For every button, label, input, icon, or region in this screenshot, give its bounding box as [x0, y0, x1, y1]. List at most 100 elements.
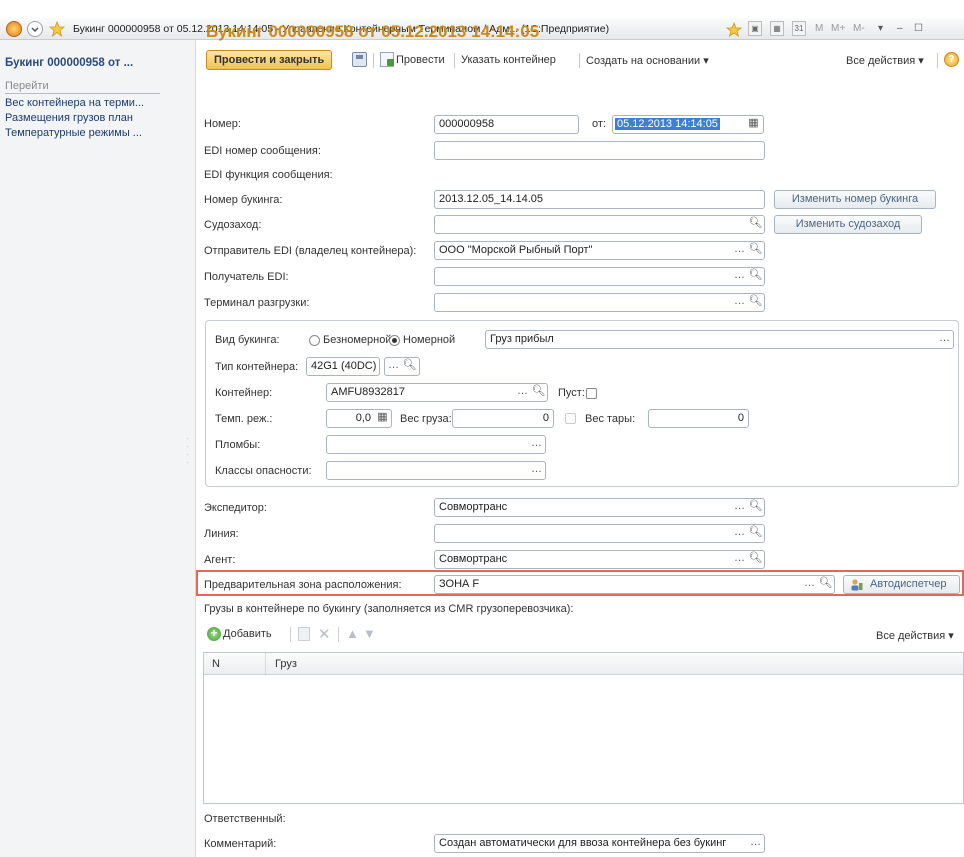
toolbar-separator [937, 53, 938, 68]
maximize-icon[interactable]: ☐ [914, 23, 923, 34]
pre-zone-field[interactable]: ЗОНА F … 🔍︎ [434, 575, 835, 594]
empty-checkbox[interactable] [586, 388, 597, 399]
unload-terminal-field[interactable]: … 🔍︎ [434, 293, 765, 312]
comment-field[interactable]: Создан автоматически для ввоза контейнер… [434, 834, 765, 853]
tare-weight-checkbox[interactable] [565, 413, 576, 424]
cargo-status-field[interactable]: Груз прибыл… [485, 330, 954, 349]
post-and-close-button[interactable]: Провести и закрыть [206, 50, 333, 70]
select-ellipsis-button[interactable]: … [732, 294, 747, 311]
autodispatcher-button[interactable]: Автодиспетчер [843, 575, 960, 594]
nav-item-container-weight[interactable]: Вес контейнера на терми... [5, 97, 144, 109]
container-type-select[interactable]: … 🔍︎ [384, 357, 420, 376]
add-icon[interactable]: + [207, 627, 221, 641]
panel-resize-handle[interactable]: · · · · [186, 435, 189, 475]
change-booking-number-button[interactable]: Изменить номер букинга [774, 190, 936, 209]
column-divider[interactable] [265, 653, 266, 674]
memory-m-button[interactable]: M [815, 23, 823, 34]
select-ellipsis-button[interactable]: … [386, 358, 401, 375]
calculator-icon[interactable]: ▦ [770, 21, 784, 36]
booking-number-field[interactable]: 2013.12.05_14.14.05 [434, 190, 765, 209]
edi-sender-field[interactable]: ООО "Морской Рыбный Порт" … 🔍︎ [434, 241, 765, 260]
calendar-icon[interactable]: 31 [792, 21, 806, 36]
number-field[interactable]: 000000958 [434, 115, 579, 134]
select-ellipsis-button[interactable]: … [732, 551, 747, 568]
create-based-on-button[interactable]: Создать на основании ▾ [586, 54, 709, 67]
search-icon[interactable]: 🔍︎ [748, 294, 763, 311]
container-type-field[interactable]: 42G1 (40DC) [306, 357, 380, 376]
select-ellipsis-button[interactable]: … [937, 331, 952, 348]
search-icon[interactable]: 🔍︎ [531, 384, 546, 401]
favorites-star-icon[interactable] [48, 20, 66, 38]
date-field[interactable]: 05.12.2013 14:14:05 ▦ [612, 115, 764, 134]
add-row-button[interactable]: Добавить [223, 628, 272, 640]
column-header-n[interactable]: N [212, 658, 220, 670]
edi-message-number-field[interactable] [434, 141, 765, 160]
select-ellipsis-button[interactable]: … [802, 576, 817, 593]
move-up-icon[interactable]: ▲ [346, 626, 359, 641]
cargo-table[interactable]: N Груз [203, 652, 964, 804]
search-icon[interactable]: 🔍︎ [748, 499, 763, 516]
minimize-icon[interactable]: – [897, 23, 903, 34]
forwarder-field[interactable]: Совмортранс … 🔍︎ [434, 498, 765, 517]
seals-field[interactable]: … [326, 435, 546, 454]
hazard-classes-field[interactable]: … [326, 461, 546, 480]
search-icon[interactable]: 🔍︎ [748, 525, 763, 542]
copy-row-icon[interactable] [298, 627, 310, 641]
search-icon[interactable]: 🔍︎ [748, 551, 763, 568]
post-button[interactable]: Провести [396, 54, 445, 66]
cargo-weight-field[interactable]: 0 [452, 409, 554, 428]
column-header-cargo[interactable]: Груз [275, 658, 297, 670]
container-type-label: Тип контейнера: [215, 361, 299, 373]
title-menu-chevron-icon[interactable]: ▾ [878, 23, 883, 34]
container-field[interactable]: AMFU8932817 … 🔍︎ [326, 383, 548, 402]
booking-number-label: Номер букинга: [204, 194, 283, 206]
delete-row-icon[interactable]: ✕ [318, 625, 331, 643]
help-icon[interactable]: ? [944, 52, 959, 67]
save-icon[interactable] [352, 52, 367, 67]
select-ellipsis-button[interactable]: … [732, 499, 747, 516]
tare-weight-field[interactable]: 0 [648, 409, 749, 428]
radio-numbered-label[interactable]: Номерной [403, 334, 455, 346]
select-ellipsis-button[interactable]: … [515, 384, 530, 401]
search-icon[interactable]: 🔍︎ [748, 216, 763, 233]
temp-mode-field[interactable]: 0,0 ▦ [326, 409, 392, 428]
select-ellipsis-button[interactable]: … [732, 268, 747, 285]
select-ellipsis-button[interactable]: … [529, 436, 544, 453]
memory-minus-button[interactable]: M- [853, 23, 865, 34]
menu-dropdown-icon[interactable] [27, 21, 43, 37]
date-label: от: [592, 118, 606, 130]
temp-mode-label: Темп. реж.: [215, 413, 273, 425]
toolbar-separator [290, 627, 291, 642]
specify-container-button[interactable]: Указать контейнер [461, 54, 556, 66]
select-ellipsis-button[interactable]: … [732, 242, 747, 259]
nav-item-cargo-placement-plan[interactable]: Размещения грузов план [5, 112, 133, 124]
booking-type-label: Вид букинга: [215, 334, 280, 346]
line-field[interactable]: … 🔍︎ [434, 524, 765, 543]
search-icon[interactable]: 🔍︎ [748, 242, 763, 259]
change-ship-call-button[interactable]: Изменить судозаход [774, 215, 922, 234]
nav-item-temperature-modes[interactable]: Температурные режимы ... [5, 127, 142, 139]
select-ellipsis-button[interactable]: … [529, 462, 544, 479]
search-icon[interactable]: 🔍︎ [402, 358, 417, 375]
memory-plus-button[interactable]: M+ [831, 23, 845, 34]
favorites-add-icon[interactable] [725, 21, 743, 37]
radio-unnumbered[interactable] [309, 335, 320, 346]
calculator-picker-icon[interactable]: ▦ [375, 410, 390, 427]
search-icon[interactable]: 🔍︎ [748, 268, 763, 285]
ship-call-field[interactable]: 🔍︎ [434, 215, 765, 234]
agent-field[interactable]: Совмортранс … 🔍︎ [434, 550, 765, 569]
select-ellipsis-button[interactable]: … [748, 835, 763, 852]
search-icon[interactable]: 🔍︎ [818, 576, 833, 593]
radio-unnumbered-label[interactable]: Безномерной [323, 334, 391, 346]
all-actions-button[interactable]: Все действия ▾ [846, 54, 924, 67]
calendar-picker-icon[interactable]: ▦ [746, 116, 761, 133]
pre-zone-label: Предварительная зона расположения: [204, 579, 402, 591]
grid-all-actions-button[interactable]: Все действия ▾ [876, 629, 954, 642]
nav-panel-title: Букинг 000000958 от ... [5, 57, 134, 69]
select-ellipsis-button[interactable]: … [732, 525, 747, 542]
radio-numbered[interactable] [389, 335, 400, 346]
link-icon[interactable]: ▣ [748, 21, 762, 36]
forwarder-value: Совмортранс [439, 501, 508, 513]
move-down-icon[interactable]: ▼ [363, 626, 376, 641]
edi-receiver-field[interactable]: … 🔍︎ [434, 267, 765, 286]
